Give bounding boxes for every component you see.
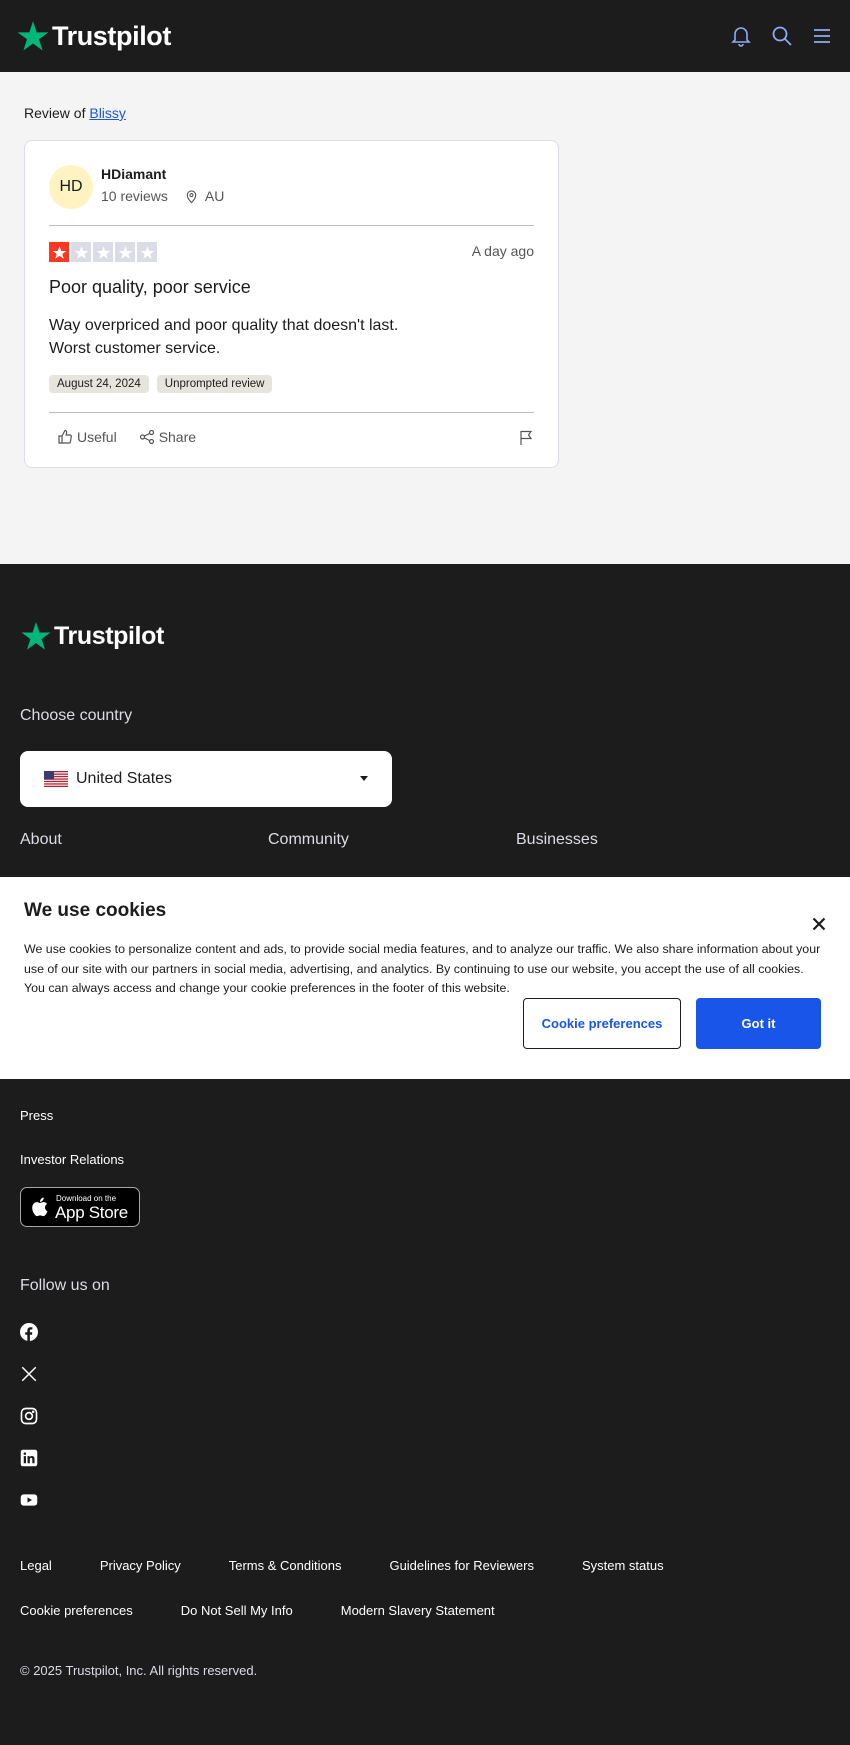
do-not-sell-link[interactable]: Do Not Sell My Info [181,1603,293,1618]
country-select[interactable]: United States [20,751,392,807]
footer-trustpilot-logo[interactable]: Trustpilot [20,620,164,652]
unprompted-review-badge[interactable]: Unprompted review [156,375,273,393]
x-icon[interactable] [20,1365,38,1383]
site-header: Trustpilot [0,0,850,72]
review-body-line: Worst customer service. [49,340,221,357]
bell-icon[interactable] [729,24,753,48]
review-count: 10 reviews [101,188,168,204]
breadcrumb: Review of Blissy [24,105,126,121]
footer-link-press[interactable]: Press [20,1108,53,1123]
facebook-icon[interactable] [20,1323,38,1341]
cookie-preferences-link[interactable]: Cookie preferences [20,1603,133,1618]
share-icon [139,429,154,445]
card-divider [49,412,534,413]
review-card: HD HDiamant 10 reviews AU A day ago Poor… [24,140,559,468]
useful-button[interactable]: Useful [57,429,117,445]
legal-link[interactable]: Legal [20,1558,52,1573]
app-store-small-text: Download on the [56,1194,117,1203]
modern-slavery-link[interactable]: Modern Slavery Statement [341,1603,495,1618]
flag-icon[interactable] [518,430,534,446]
logo-wordmark: Trustpilot [54,621,164,650]
terms-link[interactable]: Terms & Conditions [229,1558,342,1573]
system-status-link[interactable]: System status [582,1558,664,1573]
star-filled-icon [49,242,69,262]
accept-cookies-button[interactable]: Got it [696,998,821,1049]
close-icon[interactable] [812,917,826,931]
share-button[interactable]: Share [139,429,196,445]
legal-links: Legal Privacy Policy Terms & Conditions … [20,1558,664,1573]
us-flag-icon [44,771,68,787]
menu-icon[interactable] [810,24,834,48]
trustpilot-logo[interactable]: Trustpilot [16,19,171,53]
avatar[interactable]: HD [49,165,93,209]
review-body-line: Way overpriced and poor quality that doe… [49,317,399,334]
breadcrumb-prefix: Review of [24,105,86,121]
legal-links-secondary: Cookie preferences Do Not Sell My Info M… [20,1603,495,1618]
apple-icon [32,1197,48,1217]
useful-label: Useful [77,429,117,445]
logo-wordmark: Trustpilot [52,20,171,51]
app-store-big-text: App Store [55,1203,128,1222]
review-tags: August 24, 2024 Unprompted review [49,375,273,393]
reviewer-meta: 10 reviews AU [101,188,224,204]
card-divider [49,225,534,226]
review-date: A day ago [471,243,534,259]
copyright: © 2025 Trustpilot, Inc. All rights reser… [20,1663,258,1678]
review-body: Way overpriced and poor quality that doe… [49,314,469,360]
cookie-banner-title: We use cookies [24,900,167,921]
app-store-badge[interactable]: Download on the App Store [20,1187,140,1227]
trustpilot-star-icon [17,21,49,51]
star-rating [49,242,157,262]
review-actions: Useful Share [57,429,196,445]
company-link[interactable]: Blissy [89,105,126,121]
footer-link-investor-relations[interactable]: Investor Relations [20,1152,124,1167]
cookie-preferences-button[interactable]: Cookie preferences [523,998,681,1049]
reviewer-country: AU [204,188,225,204]
footer-heading-community: Community [268,831,349,848]
footer-heading-about: About [20,831,62,848]
location-pin-icon [186,189,197,203]
reviewer-name[interactable]: HDiamant [101,166,166,182]
star-empty-icon [93,242,113,262]
instagram-icon[interactable] [20,1407,38,1425]
footer-heading-businesses: Businesses [516,831,598,848]
search-icon[interactable] [770,24,794,48]
date-of-experience-badge: August 24, 2024 [49,375,149,393]
linkedin-icon[interactable] [20,1449,38,1467]
follow-us-heading: Follow us on [20,1277,110,1294]
share-label: Share [158,429,197,445]
site-footer: Trustpilot Choose country United States … [0,564,850,1745]
choose-country-heading: Choose country [20,707,133,724]
star-empty-icon [71,242,91,262]
youtube-icon[interactable] [20,1491,38,1509]
trustpilot-star-icon [21,622,51,650]
review-title[interactable]: Poor quality, poor service [49,277,251,298]
guidelines-link[interactable]: Guidelines for Reviewers [389,1558,534,1573]
star-empty-icon [115,242,135,262]
cookie-banner-text: We use cookies to personalize content an… [24,942,821,995]
country-select-value: United States [76,770,173,787]
privacy-policy-link[interactable]: Privacy Policy [100,1558,181,1573]
main-content: Review of Blissy HD HDiamant 10 reviews … [0,72,850,564]
cookie-banner: We use cookies We use cookies to persona… [0,877,850,1079]
star-empty-icon [137,242,157,262]
thumbs-up-icon [58,429,72,444]
chevron-down-icon [360,776,368,781]
